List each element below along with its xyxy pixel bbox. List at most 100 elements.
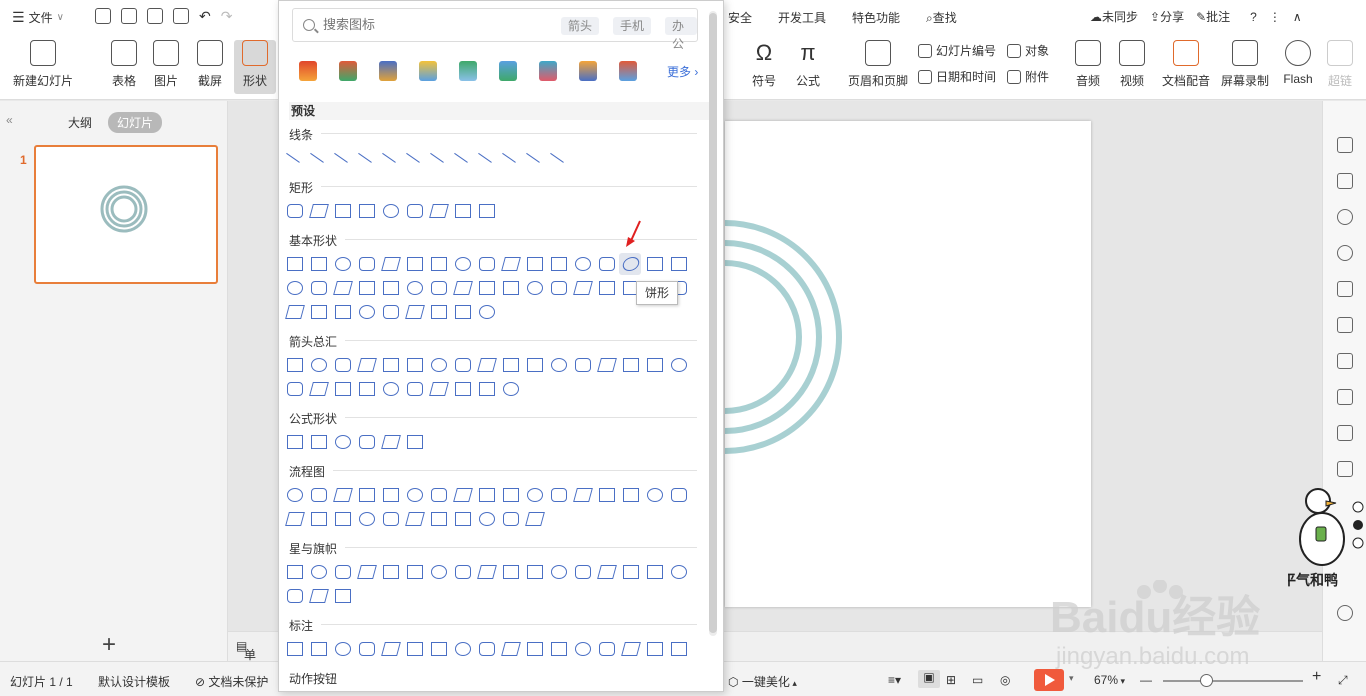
zoom-in-button[interactable]: + [1312,668,1321,686]
settings-icon[interactable] [1337,389,1353,405]
shape-item[interactable] [551,257,567,271]
shape-item[interactable] [359,281,375,295]
shape-item[interactable] [335,358,351,372]
shape-item[interactable] [407,382,423,396]
shape-item[interactable] [431,305,447,319]
shape-item[interactable] [573,281,593,295]
export-icon[interactable] [121,8,137,24]
shape-item[interactable] [503,565,519,579]
shape-item[interactable] [647,358,663,372]
shape-item[interactable] [335,305,351,319]
zoom-out-button[interactable]: — [1140,673,1152,687]
shape-item[interactable] [287,204,303,218]
zoom-slider-track[interactable] [1163,680,1303,682]
shape-item[interactable] [311,358,327,372]
shape-item[interactable] [527,642,543,656]
shape-item[interactable] [383,358,399,372]
shape-item[interactable] [527,257,543,271]
zoom-slider-knob[interactable] [1200,674,1213,687]
screen-record-button[interactable]: 屏幕录制 [1216,40,1274,89]
shape-item[interactable] [311,488,327,502]
presenter-view-icon[interactable]: ◎ [1000,673,1010,687]
shape-item[interactable] [431,358,447,372]
redo-icon[interactable]: ↷ [221,8,233,25]
shape-item[interactable] [335,435,351,449]
shape-item[interactable] [575,642,591,656]
shape-item[interactable] [671,257,687,271]
shape-item[interactable] [431,488,447,502]
shape-item[interactable] [407,358,423,372]
shape-item[interactable] [405,305,425,319]
shape-item[interactable] [671,488,687,502]
shape-item[interactable] [597,565,617,579]
shape-item[interactable] [383,488,399,502]
shape-item[interactable] [623,488,639,502]
shape-item[interactable] [454,147,472,163]
super-link-button[interactable]: 超链 [1316,40,1364,89]
shape-item[interactable] [479,488,495,502]
shape-item[interactable] [431,565,447,579]
animation-icon[interactable] [1337,137,1353,153]
shape-item[interactable] [453,488,473,502]
shape-item[interactable] [383,281,399,295]
shape-item[interactable] [359,204,375,218]
shape-item[interactable] [358,147,376,163]
shape-item[interactable] [477,565,497,579]
date-time-button[interactable]: 日期和时间 [918,68,996,85]
shape-item[interactable] [430,147,448,163]
location-icon[interactable] [1337,245,1353,261]
shape-item[interactable] [479,257,495,271]
shape-item[interactable] [478,147,496,163]
shape-item[interactable] [311,642,327,656]
shape-item[interactable] [383,512,399,526]
shape-item[interactable] [287,257,303,271]
normal-view-icon[interactable]: ▣ [918,670,940,688]
shape-item[interactable] [429,382,449,396]
shape-item[interactable] [359,382,375,396]
concentric-rings[interactable] [725,121,1091,607]
box-icon[interactable] [619,61,637,81]
shape-item[interactable] [335,512,351,526]
tab-security[interactable]: 安全 [728,9,752,26]
network-icon[interactable] [459,61,477,81]
reading-view-icon[interactable]: ▭ [972,673,983,687]
shape-item[interactable] [455,512,471,526]
shape-item[interactable] [647,257,663,271]
dubbing-button[interactable]: 文档配音 [1156,40,1216,89]
shape-item[interactable] [335,204,351,218]
shape-item[interactable] [455,305,471,319]
shape-item[interactable] [599,281,615,295]
shape-item[interactable] [671,642,687,656]
shape-item[interactable] [431,281,447,295]
shape-item[interactable] [309,382,329,396]
fit-window-icon[interactable]: ⤢ [1338,673,1348,688]
icon-search-box[interactable]: 箭头 手机 办公 [292,8,698,51]
shape-item[interactable] [527,488,543,502]
beautify-button[interactable]: ⬡ 一键美化 ▴ [728,673,797,690]
shape-item[interactable] [599,488,615,502]
shape-item[interactable] [286,147,304,163]
shape-item[interactable] [287,435,303,449]
shape-item[interactable] [357,358,377,372]
slide-thumbnail[interactable] [34,145,218,284]
shape-item[interactable] [335,642,351,656]
shape-item[interactable] [406,147,424,163]
align-icon[interactable]: ≡▾ [888,673,901,687]
shape-item[interactable] [501,642,521,656]
shape-item[interactable] [407,204,423,218]
header-footer-button[interactable]: 页眉和页脚 [846,40,910,89]
sync-button[interactable]: ☁未同步 [1090,8,1138,25]
shape-item[interactable] [575,257,591,271]
tab-outline[interactable]: 大纲 [68,114,92,131]
new-slide-button[interactable]: 新建幻灯片 [8,40,78,89]
shape-item[interactable] [287,488,303,502]
shape-item[interactable] [383,565,399,579]
shape-item[interactable] [671,565,687,579]
design-template[interactable]: 默认设计模板 [98,673,170,690]
add-slide-button[interactable]: + [102,631,116,659]
shape-item[interactable] [527,565,543,579]
shape-item[interactable] [503,358,519,372]
undo-icon[interactable]: ↶ [199,8,211,25]
play-button[interactable] [1034,669,1064,691]
shape-item[interactable] [479,382,495,396]
